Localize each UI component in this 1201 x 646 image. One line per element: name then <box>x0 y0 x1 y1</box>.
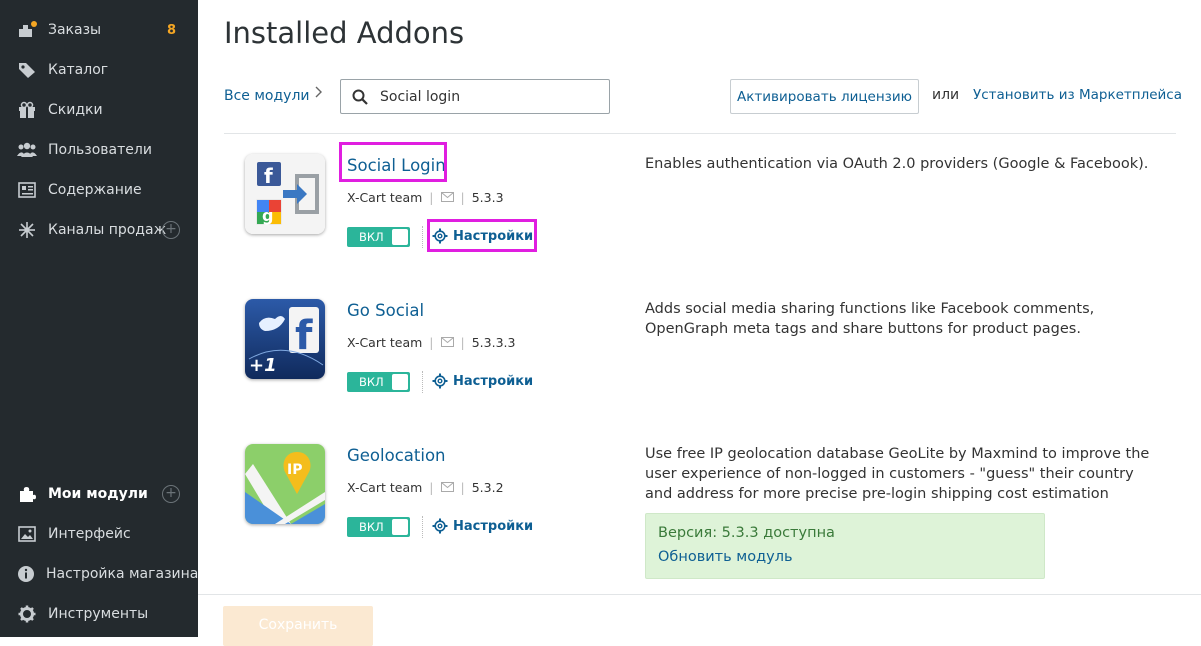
update-module-link[interactable]: Обновить модуль <box>658 549 793 565</box>
tag-icon <box>17 60 37 80</box>
puzzle-icon <box>17 484 37 504</box>
geolocation-logo-icon: IP <box>245 444 325 524</box>
toggle-label: ВКЛ <box>359 375 384 389</box>
sidebar-item-orders[interactable]: Заказы 8 <box>0 10 198 50</box>
add-module-icon[interactable]: + <box>162 485 180 503</box>
toggle-label: ВКЛ <box>359 520 384 534</box>
addon-name[interactable]: Geolocation <box>347 446 446 465</box>
toggle-label: ВКЛ <box>359 230 384 244</box>
sidebar-item-users[interactable]: Пользователи <box>0 130 198 170</box>
gift-icon <box>17 100 37 120</box>
settings-label: Настройки <box>453 373 534 389</box>
sidebar-item-label: Содержание <box>48 182 142 198</box>
sidebar-item-tools[interactable]: Инструменты <box>0 594 198 634</box>
addon-enabled-toggle[interactable]: ВКЛ <box>347 372 410 392</box>
update-version-text: Версия: 5.3.3 доступна <box>658 525 835 541</box>
update-available-notice: Версия: 5.3.3 доступна Обновить модуль <box>645 513 1045 579</box>
sidebar-item-label: Скидки <box>48 102 103 118</box>
chevron-right-icon <box>315 86 323 102</box>
addon-author: X-Cart team <box>347 335 423 350</box>
sidebar-item-label: Пользователи <box>48 142 152 158</box>
sidebar: Заказы 8 Каталог Скидки Пользователи Сод… <box>0 0 198 637</box>
addon-author: X-Cart team <box>347 480 423 495</box>
envelope-icon[interactable] <box>440 480 454 495</box>
sidebar-item-label: Заказы <box>48 22 102 38</box>
sidebar-item-my-modules[interactable]: Мои модули + <box>0 474 198 514</box>
search-box[interactable] <box>340 79 610 114</box>
settings-label: Настройки <box>453 518 534 534</box>
highlight-box-settings <box>427 219 537 252</box>
sidebar-item-store-setup[interactable]: Настройка магазина <box>0 554 198 594</box>
sidebar-item-label: Инструменты <box>48 606 149 622</box>
envelope-icon[interactable] <box>440 335 454 350</box>
envelope-icon[interactable] <box>440 190 454 205</box>
gear-icon <box>17 604 37 624</box>
addon-description: Adds social media sharing functions like… <box>645 301 1095 337</box>
activate-license-button[interactable]: Активировать лицензию <box>730 79 919 114</box>
addon-enabled-toggle[interactable]: ВКЛ <box>347 517 410 537</box>
sidebar-item-label: Каналы продаж <box>48 222 167 238</box>
or-text: или <box>932 87 960 103</box>
addon-author: X-Cart team <box>347 190 423 205</box>
addon-meta: X-Cart team | | 5.3.3.3 <box>347 335 516 350</box>
users-icon <box>17 140 37 160</box>
sidebar-item-label: Мои модули <box>48 486 148 502</box>
svg-text:+1: +1 <box>249 355 277 376</box>
add-sales-channel-icon[interactable]: + <box>162 221 180 239</box>
addon-settings-link[interactable]: Настройки <box>432 373 533 389</box>
sidebar-item-label: Каталог <box>48 62 109 78</box>
addon-version: 5.3.3 <box>471 190 504 205</box>
search-input[interactable] <box>380 88 580 105</box>
sidebar-item-label: Настройка магазина <box>46 566 199 582</box>
social-login-logo-icon: f g <box>245 154 325 234</box>
addon-meta: X-Cart team | | 5.3.3 <box>347 190 504 205</box>
addon-settings-link[interactable]: Настройки <box>432 518 533 534</box>
highlight-box-name <box>339 142 447 182</box>
svg-text:f: f <box>295 313 313 359</box>
svg-text:g: g <box>262 206 273 225</box>
image-icon <box>17 524 37 544</box>
main-content: Installed Addons Все модули Активировать… <box>198 0 1201 646</box>
go-social-logo-icon: f +1 <box>245 299 325 379</box>
install-from-marketplace-link[interactable]: Установить из Маркетплейса <box>973 87 1182 103</box>
svg-text:f: f <box>264 164 273 188</box>
gear-icon <box>432 373 448 389</box>
search-icon <box>352 89 368 105</box>
addon-enabled-toggle[interactable]: ВКЛ <box>347 227 410 247</box>
sidebar-item-content[interactable]: Содержание <box>0 170 198 210</box>
sales-channels-icon <box>17 220 37 240</box>
divider <box>224 133 1176 134</box>
addon-meta: X-Cart team | | 5.3.2 <box>347 480 504 495</box>
orders-count-badge: 8 <box>166 22 176 38</box>
sidebar-item-interface[interactable]: Интерфейс <box>0 514 198 554</box>
gear-icon <box>432 518 448 534</box>
divider <box>198 594 1201 595</box>
addon-description: Enables authentication via OAuth 2.0 pro… <box>645 156 1149 172</box>
sidebar-item-catalog[interactable]: Каталог <box>0 50 198 90</box>
orders-icon <box>17 20 37 40</box>
sidebar-item-label: Интерфейс <box>48 526 131 542</box>
page-title: Installed Addons <box>224 16 465 50</box>
info-icon <box>17 564 35 584</box>
addon-version: 5.3.2 <box>471 480 504 495</box>
sidebar-item-sales-channels[interactable]: Каналы продаж + <box>0 210 198 250</box>
addon-name[interactable]: Go Social <box>347 301 424 320</box>
addon-version: 5.3.3.3 <box>471 335 516 350</box>
addon-description: Use free IP geolocation database GeoLite… <box>645 446 1150 502</box>
sidebar-item-discounts[interactable]: Скидки <box>0 90 198 130</box>
content-icon <box>17 180 37 200</box>
save-button[interactable]: Сохранить <box>223 606 373 646</box>
svg-text:IP: IP <box>287 462 302 478</box>
breadcrumb-all-modules[interactable]: Все модули <box>224 88 310 104</box>
